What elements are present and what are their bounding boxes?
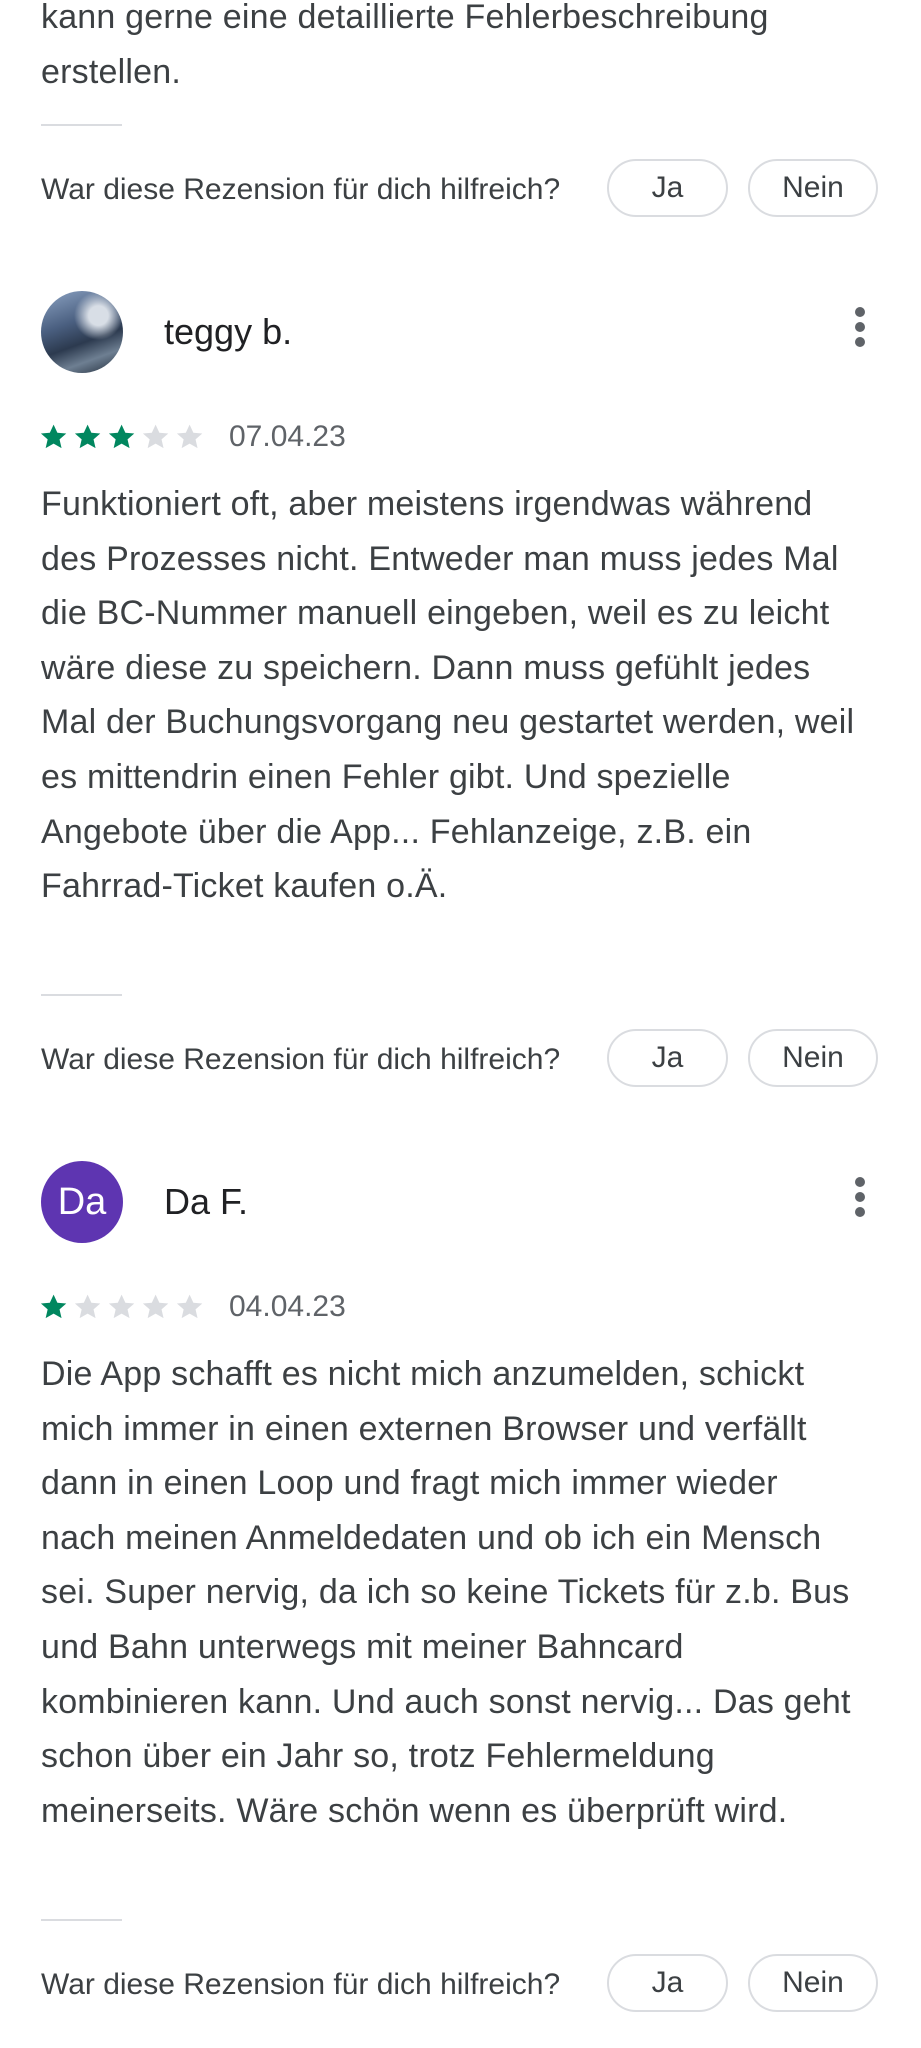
star-rating: [38, 419, 213, 455]
more-vert-icon[interactable]: [848, 307, 872, 357]
divider: [41, 124, 122, 126]
helpful-yes-button[interactable]: Ja: [607, 1954, 728, 2012]
review-text: Funktioniert oft, aber meistens irgendwa…: [41, 485, 855, 906]
review-date: 04.04.23: [229, 1290, 346, 1323]
star-icon: [176, 424, 203, 449]
divider: [41, 1919, 122, 1921]
reviews-list: kann gerne eine detaillierte Fehlerbesch…: [0, 0, 921, 2048]
avatar: [41, 291, 123, 373]
helpful-no-button[interactable]: Nein: [748, 1954, 878, 2012]
helpful-row: War diese Rezension für dich hilfreich? …: [41, 1954, 881, 2016]
star-icon: [74, 424, 101, 449]
star-icon: [74, 1294, 101, 1319]
reviewer-name: Da F.: [164, 1181, 249, 1222]
star-icon: [108, 1294, 135, 1319]
reviewer-name: teggy b.: [164, 311, 293, 352]
more-vert-icon[interactable]: [848, 1177, 872, 1227]
review-date: 07.04.23: [229, 420, 346, 453]
helpful-question: War diese Rezension für dich hilfreich?: [41, 173, 561, 206]
helpful-question: War diese Rezension für dich hilfreich?: [41, 1043, 561, 1076]
star-rating: [38, 1289, 213, 1325]
helpful-row: War diese Rezension für dich hilfreich? …: [41, 159, 881, 221]
helpful-yes-button[interactable]: Ja: [607, 159, 728, 217]
review-text: Die App schafft es nicht mich anzumelden…: [41, 1355, 851, 1830]
helpful-row: War diese Rezension für dich hilfreich? …: [41, 1029, 881, 1091]
star-icon: [142, 424, 169, 449]
star-icon: [40, 1294, 67, 1319]
star-icon: [142, 1294, 169, 1319]
star-icon: [176, 1294, 203, 1319]
star-icon: [40, 424, 67, 449]
avatar: Da: [41, 1161, 123, 1243]
helpful-no-button[interactable]: Nein: [748, 1029, 878, 1087]
star-icon: [108, 424, 135, 449]
helpful-no-button[interactable]: Nein: [748, 159, 878, 217]
divider: [41, 994, 122, 996]
helpful-yes-button[interactable]: Ja: [607, 1029, 728, 1087]
review-text: kann gerne eine detaillierte Fehlerbesch…: [41, 0, 769, 91]
helpful-question: War diese Rezension für dich hilfreich?: [41, 1968, 561, 2001]
